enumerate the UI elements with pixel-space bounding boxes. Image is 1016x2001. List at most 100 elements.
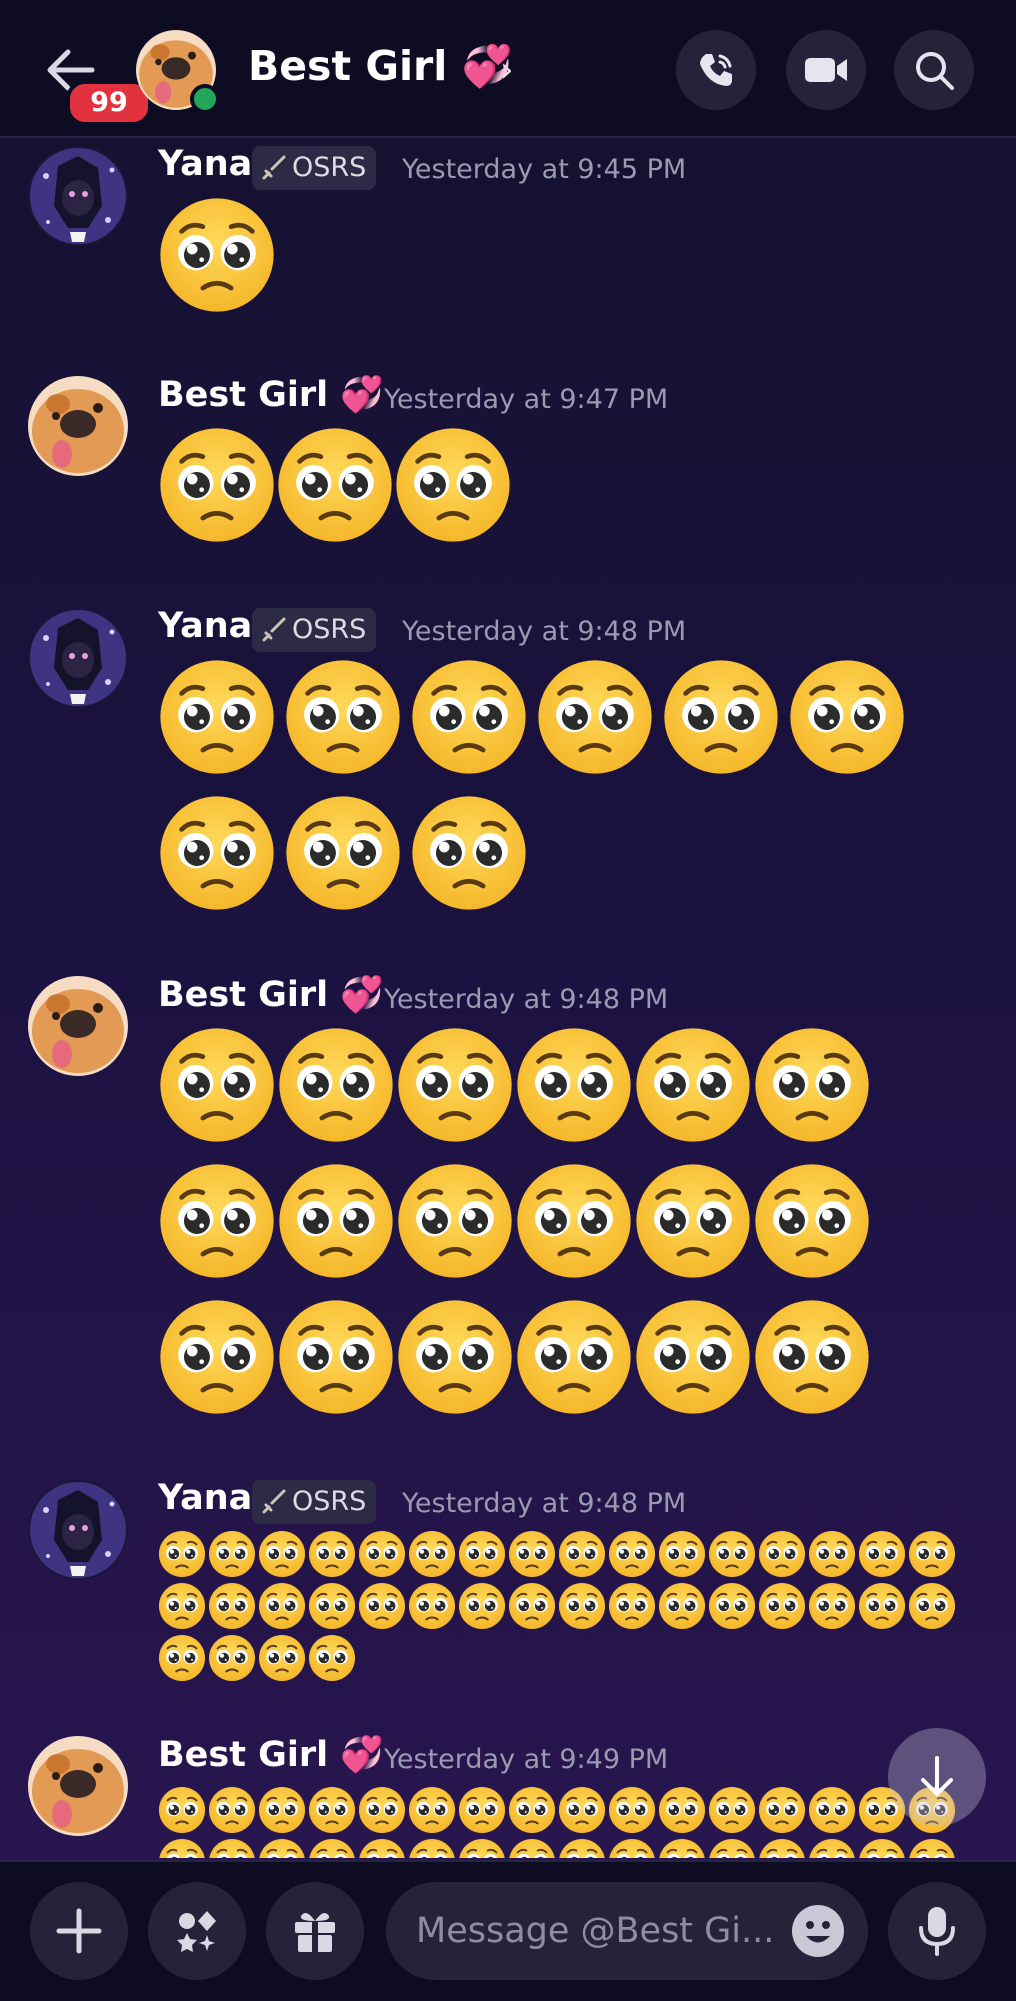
pleading-face-emoji (808, 1786, 856, 1834)
pleading-face-emoji (208, 1530, 256, 1578)
pleading-face-emoji (758, 1786, 806, 1834)
pleading-face-emoji (758, 1838, 806, 1858)
pleading-face-emoji (708, 1530, 756, 1578)
pleading-face-emoji (158, 658, 276, 776)
pleading-face-emoji (277, 1162, 395, 1280)
pleading-face-emoji (358, 1530, 406, 1578)
avatar[interactable] (28, 1736, 128, 1836)
pleading-face-emoji (708, 1786, 756, 1834)
pleading-face-emoji (308, 1786, 356, 1834)
emoji-row (158, 1786, 956, 1834)
pleading-face-emoji (634, 1298, 752, 1416)
pleading-face-emoji (258, 1530, 306, 1578)
sword-icon (262, 617, 286, 642)
pleading-face-emoji (858, 1582, 906, 1630)
arrow-down-icon (921, 1756, 953, 1796)
pleading-face-emoji (662, 658, 780, 776)
pleading-face-emoji (658, 1530, 706, 1578)
chevron-right-icon[interactable]: › (500, 50, 514, 90)
pleading-face-emoji (808, 1582, 856, 1630)
pleading-face-emoji (394, 426, 512, 544)
pleading-face-emoji (408, 1530, 456, 1578)
message-list[interactable]: Yana OSRS Yesterday at 9:45 PM Best Girl… (0, 138, 1016, 1858)
pleading-face-emoji (458, 1582, 506, 1630)
pleading-face-emoji (284, 794, 402, 912)
jump-to-latest-button[interactable] (888, 1728, 986, 1826)
pleading-face-emoji (208, 1634, 256, 1682)
message-timestamp: Yesterday at 9:47 PM (384, 384, 669, 415)
pleading-face-emoji (158, 1026, 276, 1144)
pleading-face-emoji (536, 658, 654, 776)
channel-title[interactable]: Best Girl 💞 (248, 42, 513, 91)
pleading-face-emoji (515, 1162, 633, 1280)
pleading-face-emoji (258, 1786, 306, 1834)
emoji-row (158, 1298, 871, 1416)
pleading-face-emoji (558, 1838, 606, 1858)
pleading-face-emoji (908, 1838, 956, 1858)
voice-call-button[interactable] (676, 30, 756, 110)
pleading-face-emoji (396, 1026, 514, 1144)
message-author[interactable]: Yana (158, 1478, 252, 1518)
message-author[interactable]: Best Girl 💞 (158, 974, 384, 1015)
pleading-face-emoji (658, 1838, 706, 1858)
apps-button[interactable] (148, 1882, 246, 1980)
pleading-face-emoji (158, 1786, 206, 1834)
avatar[interactable] (28, 608, 128, 708)
avatar[interactable] (28, 376, 128, 476)
pleading-face-emoji (158, 1530, 206, 1578)
pleading-face-emoji (208, 1838, 256, 1858)
pleading-face-emoji (808, 1838, 856, 1858)
pleading-face-emoji (276, 426, 394, 544)
pleading-face-emoji (358, 1786, 406, 1834)
add-attachment-button[interactable] (30, 1882, 128, 1980)
pleading-face-emoji (410, 794, 528, 912)
pleading-face-emoji (758, 1530, 806, 1578)
pleading-face-emoji (396, 1162, 514, 1280)
pleading-face-emoji (358, 1582, 406, 1630)
pleading-face-emoji (358, 1838, 406, 1858)
pleading-face-emoji (158, 1838, 206, 1858)
search-button[interactable] (894, 30, 974, 110)
message-author[interactable]: Best Girl 💞 (158, 1734, 384, 1775)
pleading-face-emoji (808, 1530, 856, 1578)
chat-header: 99 Best Girl 💞 › (0, 0, 1016, 138)
online-status-indicator (190, 84, 220, 114)
pleading-face-emoji (558, 1786, 606, 1834)
pleading-face-emoji (515, 1298, 633, 1416)
pleading-face-emoji (608, 1786, 656, 1834)
pleading-face-emoji (208, 1582, 256, 1630)
message-author[interactable]: Yana (158, 144, 252, 184)
voice-message-button[interactable] (888, 1882, 986, 1980)
emoji-row (158, 1026, 871, 1144)
pleading-face-emoji (258, 1582, 306, 1630)
message-author[interactable]: Best Girl 💞 (158, 374, 384, 415)
pleading-face-emoji (158, 196, 276, 314)
pleading-face-emoji (308, 1530, 356, 1578)
search-icon (916, 52, 954, 90)
video-call-button[interactable] (786, 30, 866, 110)
pleading-face-emoji (558, 1582, 606, 1630)
pleading-face-emoji (908, 1582, 956, 1630)
message-timestamp: Yesterday at 9:49 PM (384, 1744, 669, 1775)
pleading-face-emoji (658, 1786, 706, 1834)
emoji-picker-button[interactable] (792, 1905, 844, 1957)
emoji-row (158, 1162, 871, 1280)
sword-icon (262, 155, 286, 180)
avatar[interactable] (28, 1480, 128, 1580)
pleading-face-emoji (308, 1582, 356, 1630)
avatar[interactable] (28, 146, 128, 246)
pleading-face-emoji (515, 1026, 633, 1144)
pleading-face-emoji (396, 1298, 514, 1416)
gift-button[interactable] (266, 1882, 364, 1980)
emoji-row (158, 1634, 356, 1682)
pleading-face-emoji (753, 1026, 871, 1144)
message-author[interactable]: Yana (158, 606, 252, 646)
pleading-face-emoji (284, 658, 402, 776)
emoji-row (158, 1530, 956, 1578)
video-camera-icon (805, 58, 847, 82)
phone-call-icon (700, 54, 732, 86)
avatar[interactable] (28, 976, 128, 1076)
pleading-face-emoji (277, 1026, 395, 1144)
emoji-row (158, 658, 906, 776)
pleading-face-emoji (208, 1786, 256, 1834)
